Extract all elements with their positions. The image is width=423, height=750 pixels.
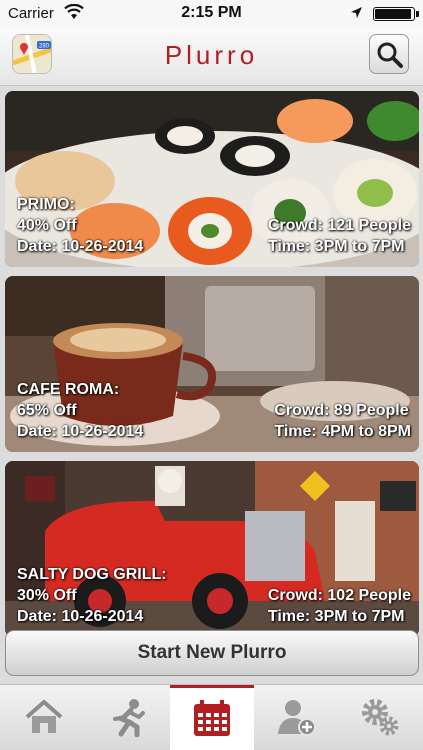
deal-info-left: SALTY DOG GRILL: 30% Off Date: 10-26-201… [17,564,167,627]
tab-activity[interactable] [86,685,170,750]
location-arrow-icon [351,7,362,18]
deal-crowd: Crowd: 121 People [267,217,411,234]
tab-calendar[interactable] [170,685,254,750]
deal-info-left: PRIMO: 40% Off Date: 10-26-2014 [17,194,143,257]
deal-card[interactable]: CAFE ROMA: 65% Off Date: 10-26-2014 Crow… [5,276,419,452]
tab-home[interactable] [2,685,86,750]
tab-add-user[interactable] [254,685,338,750]
runner-icon [113,699,145,737]
add-user-icon [278,700,316,736]
search-button[interactable] [369,34,409,74]
battery-icon [373,7,419,21]
deal-time: Time: 3PM to 7PM [267,608,405,625]
deal-discount: 40% Off [17,217,77,234]
home-icon [25,700,63,733]
deal-time: Time: 4PM to 8PM [274,423,411,440]
settings-gears-icon [362,699,399,736]
deal-info-right: Crowd: 89 People Time: 4PM to 8PM [274,400,411,442]
deal-info-left: CAFE ROMA: 65% Off Date: 10-26-2014 [17,379,143,442]
tab-bar [0,684,423,750]
deal-discount: 65% Off [17,402,77,419]
start-new-plurro-button[interactable]: Start New Plurro [5,630,419,676]
app-title: Plurro [164,40,259,70]
status-bar: Carrier 2:15 PM [0,0,423,28]
deal-name: SALTY DOG GRILL: [17,566,167,583]
deal-card[interactable]: PRIMO: 40% Off Date: 10-26-2014 Crowd: 1… [5,91,419,267]
deal-crowd: Crowd: 89 People [274,402,409,419]
deal-info-right: Crowd: 102 People Time: 3PM to 7PM [268,585,411,627]
search-icon [377,42,403,68]
app-header: 280 Plurro [0,28,423,86]
deal-card[interactable]: SALTY DOG GRILL: 30% Off Date: 10-26-201… [5,461,419,637]
deal-date: Date: 10-26-2014 [17,423,144,440]
deal-time: Time: 3PM to 7PM [267,238,405,255]
deal-date: Date: 10-26-2014 [17,238,144,255]
deal-date: Date: 10-26-2014 [17,608,144,625]
tab-settings[interactable] [338,685,422,750]
deal-info-right: Crowd: 121 People Time: 3PM to 7PM [268,215,411,257]
deal-discount: 30% Off [17,587,77,604]
deal-name: PRIMO: [17,196,75,213]
deal-crowd: Crowd: 102 People [267,587,411,604]
calendar-icon [194,700,230,736]
deal-name: CAFE ROMA: [17,381,120,398]
